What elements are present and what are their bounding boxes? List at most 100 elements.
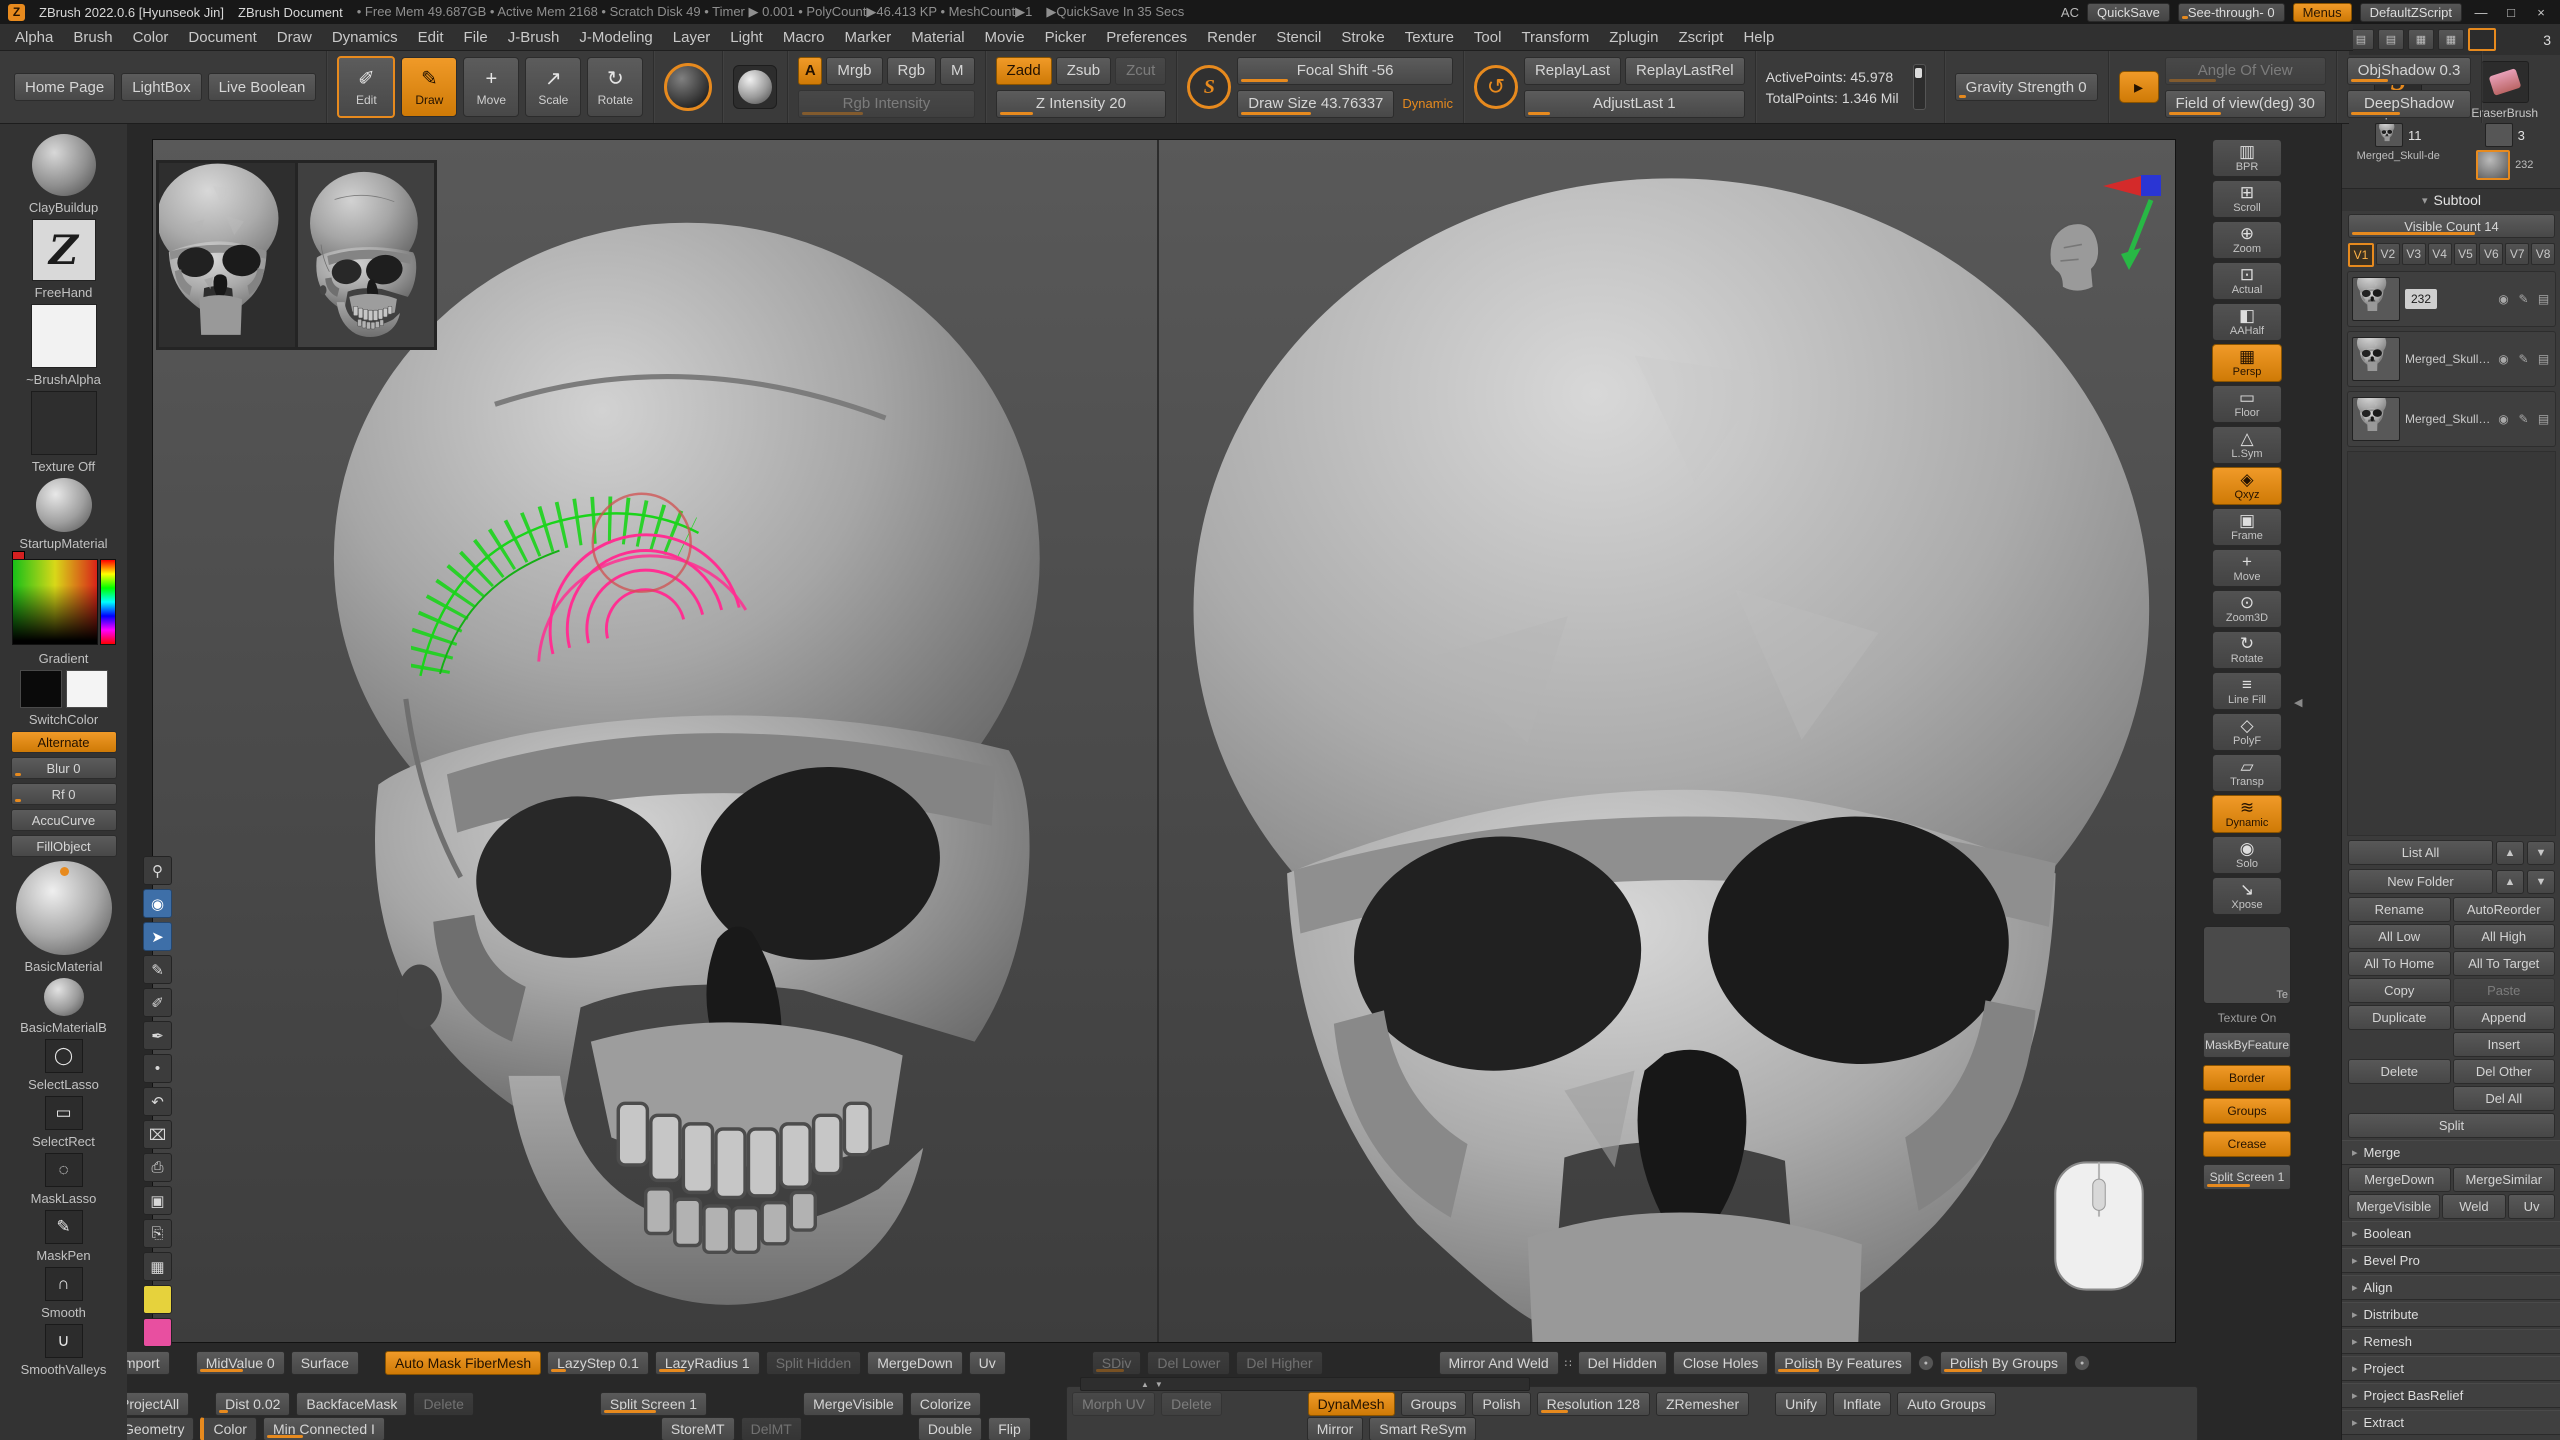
- sdiv-up-icon[interactable]: ▲: [1141, 1380, 1149, 1389]
- clipboard-icon[interactable]: ⎘: [143, 1219, 172, 1248]
- bottom-del-hidden[interactable]: Del Hidden: [1578, 1351, 1667, 1375]
- polish-toggle-icon[interactable]: ●: [1918, 1355, 1934, 1371]
- action-split[interactable]: Split: [2348, 1113, 2555, 1138]
- visible-count-slider[interactable]: Visible Count 14: [2348, 214, 2555, 238]
- menu-file[interactable]: File: [455, 27, 497, 48]
- pen-icon[interactable]: ✎: [143, 955, 172, 984]
- action-mergesimilar[interactable]: MergeSimilar: [2453, 1167, 2556, 1192]
- paint-icon[interactable]: ✎: [2516, 292, 2531, 306]
- bottom-zremesher[interactable]: ZRemesher: [1656, 1392, 1749, 1416]
- palette-icon[interactable]: ▦: [143, 1252, 172, 1281]
- shelf-qxyz[interactable]: ◈Qxyz: [2212, 467, 2282, 505]
- folder-down-button[interactable]: ▼: [2527, 870, 2555, 894]
- document-canvas[interactable]: [152, 139, 2176, 1343]
- bottom-del-higher[interactable]: Del Higher: [1236, 1351, 1322, 1375]
- knife-icon[interactable]: ✐: [143, 988, 172, 1017]
- bottom-midvalue-0[interactable]: MidValue 0: [196, 1351, 285, 1375]
- replay-last-rel-button[interactable]: ReplayLastRel: [1625, 57, 1745, 85]
- mask-by-feature-button[interactable]: MaskByFeature: [2203, 1032, 2291, 1058]
- texture-thumb[interactable]: [31, 391, 97, 455]
- startup-material-thumb[interactable]: [36, 478, 92, 532]
- bottom-colorize[interactable]: Colorize: [910, 1392, 981, 1416]
- mode-rotate[interactable]: ↻Rotate: [587, 57, 643, 117]
- z-intensity-slider[interactable]: Z Intensity 20: [996, 90, 1167, 118]
- shelf-persp[interactable]: ▦Persp: [2212, 344, 2282, 382]
- menu-movie[interactable]: Movie: [976, 27, 1034, 48]
- action-duplicate[interactable]: Duplicate: [2348, 1005, 2451, 1030]
- angle-of-view-slider[interactable]: Angle Of View: [2165, 57, 2326, 85]
- mode-scale[interactable]: ↗Scale: [525, 57, 581, 117]
- section-boolean[interactable]: ▸Boolean: [2342, 1221, 2560, 1246]
- stroke-icon[interactable]: S: [1187, 65, 1231, 109]
- menu-stroke[interactable]: Stroke: [1332, 27, 1393, 48]
- bottom-backfacemask[interactable]: BackfaceMask: [296, 1392, 407, 1416]
- vtab-v2[interactable]: V2: [2376, 243, 2400, 265]
- shelf-zoom[interactable]: ⊕Zoom: [2212, 221, 2282, 259]
- select-rect-thumb[interactable]: ▭: [45, 1096, 83, 1130]
- mask-pen-thumb[interactable]: ✎: [45, 1210, 83, 1244]
- basic-material-b-thumb[interactable]: [44, 978, 84, 1016]
- shelf-solo[interactable]: ◉Solo: [2212, 836, 2282, 874]
- shelf-xpose[interactable]: ↘Xpose: [2212, 877, 2282, 915]
- shelf-move[interactable]: +Move: [2212, 549, 2282, 587]
- camera-head-preview[interactable]: [2039, 206, 2105, 306]
- deepshadow-slider[interactable]: DeepShadow: [2347, 90, 2472, 118]
- bottom-delete[interactable]: Delete: [413, 1392, 473, 1416]
- menu-light[interactable]: Light: [721, 27, 772, 48]
- bottom-flip[interactable]: Flip: [988, 1417, 1031, 1440]
- axis-gizmo[interactable]: [2101, 170, 2173, 274]
- nav-home-page[interactable]: Home Page: [14, 73, 115, 101]
- section-extract[interactable]: ▸Extract: [2342, 1410, 2560, 1435]
- bottom-mergedown[interactable]: MergeDown: [867, 1351, 962, 1375]
- bottom-auto-mask-fibermesh[interactable]: Auto Mask FiberMesh: [385, 1351, 541, 1375]
- action-append[interactable]: Append: [2453, 1005, 2556, 1030]
- new-folder-button[interactable]: New Folder: [2348, 869, 2493, 894]
- menu-help[interactable]: Help: [1734, 27, 1783, 48]
- texture-preview-panel[interactable]: Te: [2203, 926, 2291, 1004]
- eye-icon[interactable]: ◉: [2496, 352, 2511, 366]
- section-align[interactable]: ▸Align: [2342, 1275, 2560, 1300]
- vtab-v6[interactable]: V6: [2479, 243, 2503, 265]
- bottom-uv[interactable]: Uv: [969, 1351, 1006, 1375]
- menu-layer[interactable]: Layer: [664, 27, 720, 48]
- mode-edit[interactable]: ✐Edit: [337, 56, 395, 118]
- folder-icon[interactable]: ▤: [2536, 352, 2551, 366]
- menu-j-modeling[interactable]: J-Modeling: [570, 27, 661, 48]
- bottom-inflate[interactable]: Inflate: [1833, 1392, 1891, 1416]
- section-distribute[interactable]: ▸Distribute: [2342, 1302, 2560, 1327]
- bottom-lazystep-0-1[interactable]: LazyStep 0.1: [547, 1351, 649, 1375]
- visibility-eye-icon[interactable]: ◉: [143, 889, 172, 918]
- menu-texture[interactable]: Texture: [1396, 27, 1463, 48]
- subtool-item-merged-skull-decimation2-4[interactable]: Merged_Skull-decimation2_4◉✎▤: [2347, 391, 2556, 447]
- action-autoreorder[interactable]: AutoReorder: [2453, 897, 2556, 922]
- reference-thumb-front[interactable]: [159, 163, 295, 347]
- bottom-split-hidden[interactable]: Split Hidden: [766, 1351, 862, 1375]
- menu-macro[interactable]: Macro: [774, 27, 834, 48]
- alternate-button[interactable]: Alternate: [11, 731, 117, 753]
- nav-live-boolean[interactable]: Live Boolean: [208, 73, 317, 101]
- section-merge[interactable]: ▸Merge: [2342, 1140, 2560, 1165]
- subtool-item-merged-skull-decimation2[interactable]: Merged_Skull-decimation2◉✎▤: [2347, 331, 2556, 387]
- action-all-high[interactable]: All High: [2453, 924, 2556, 949]
- auto-badge[interactable]: A: [798, 57, 822, 85]
- rgb-intensity-slider[interactable]: Rgb Intensity: [798, 90, 974, 118]
- menu-draw[interactable]: Draw: [268, 27, 321, 48]
- zsub-button[interactable]: Zsub: [1056, 57, 1111, 85]
- bottom-storemt[interactable]: StoreMT: [661, 1417, 735, 1440]
- smooth-valleys-thumb[interactable]: ∪: [45, 1324, 83, 1358]
- vtab-v1[interactable]: V1: [2348, 243, 2374, 267]
- menu-edit[interactable]: Edit: [409, 27, 453, 48]
- layout-grid2-icon[interactable]: ▦: [2438, 29, 2464, 50]
- blur-slider[interactable]: Blur 0: [11, 757, 117, 779]
- layout-grid-icon[interactable]: ▦: [2408, 29, 2434, 50]
- sdiv-down-icon[interactable]: ▼: [1155, 1380, 1163, 1389]
- split-screen-slider[interactable]: Split Screen 1: [2203, 1164, 2291, 1190]
- menu-render[interactable]: Render: [1198, 27, 1265, 48]
- border-button[interactable]: Border: [2203, 1065, 2291, 1091]
- bottom-dist-0-02[interactable]: Dist 0.02: [215, 1392, 290, 1416]
- action-copy[interactable]: Copy: [2348, 978, 2451, 1003]
- menus-button[interactable]: Menus: [2293, 3, 2352, 22]
- subtool-section-header[interactable]: ▾ Subtool: [2342, 189, 2560, 211]
- action-del-all[interactable]: Del All: [2453, 1086, 2556, 1111]
- action-all-to-home[interactable]: All To Home: [2348, 951, 2451, 976]
